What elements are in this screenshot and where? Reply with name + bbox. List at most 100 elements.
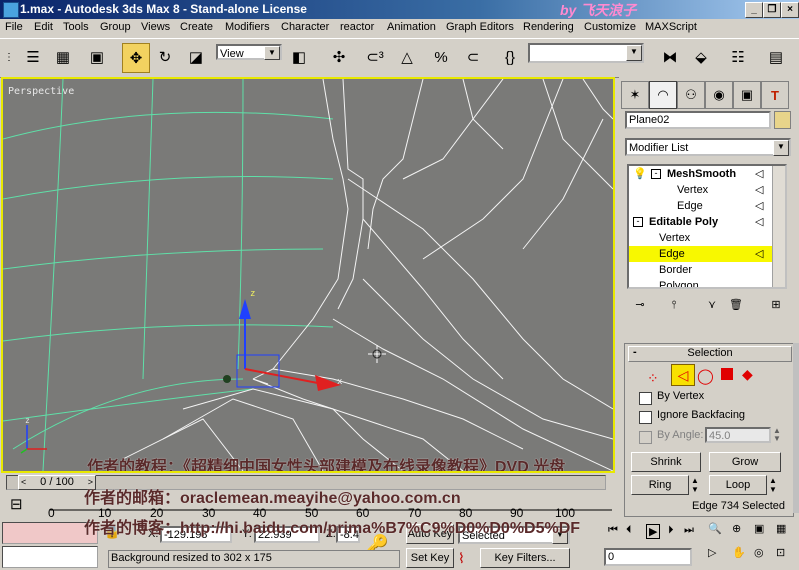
ignore-backfacing-checkbox[interactable]: [639, 411, 652, 424]
zoom-extents-all-icon[interactable]: ▦: [776, 522, 786, 535]
stack-item-poly-polygon[interactable]: Polygon: [629, 278, 775, 287]
current-frame-field[interactable]: 0: [604, 548, 692, 566]
ring-spinner-icon[interactable]: ▲ ▼: [691, 476, 699, 494]
select-object-icon[interactable]: ☰: [20, 43, 46, 71]
selection-rollout-header[interactable]: - Selection: [628, 346, 792, 362]
maxscript-input[interactable]: [2, 546, 98, 568]
zoom-icon[interactable]: 🔍: [708, 522, 722, 535]
stack-scrollbar[interactable]: [772, 166, 785, 287]
pan-icon[interactable]: ✋: [732, 546, 746, 559]
by-angle-spinner[interactable]: 45.0: [705, 427, 771, 443]
hierarchy-tab-icon[interactable]: ⚇: [677, 81, 705, 109]
maximize-button[interactable]: ❐: [763, 2, 781, 18]
by-vertex-checkbox[interactable]: [639, 392, 652, 405]
menu-customize[interactable]: Customize: [584, 21, 636, 33]
select-rotate-icon[interactable]: ↻: [152, 43, 178, 71]
menu-tools[interactable]: Tools: [63, 21, 89, 33]
zoom-extents-icon[interactable]: ▣: [754, 522, 764, 535]
menu-group[interactable]: Group: [100, 21, 131, 33]
angle-snap-icon[interactable]: △: [394, 43, 420, 71]
spinner-snap-icon[interactable]: ⊂: [460, 43, 486, 71]
maximize-viewport-icon[interactable]: ⊡: [776, 546, 785, 559]
set-key-button[interactable]: Set Key: [406, 548, 454, 568]
show-end-result-icon[interactable]: ◁: [755, 166, 763, 182]
go-to-end-icon[interactable]: ⏭: [684, 524, 694, 537]
pin-stack-icon[interactable]: ⊸: [629, 296, 651, 316]
named-selection-set-combo[interactable]: ▼: [528, 43, 644, 63]
stack-item-meshsmooth-vertex[interactable]: Vertex ◁: [629, 182, 775, 198]
vertex-mode-icon[interactable]: ⁘: [647, 370, 659, 387]
align-icon[interactable]: ⬙: [688, 43, 714, 71]
object-name-field[interactable]: Plane02: [625, 111, 771, 129]
next-frame-icon[interactable]: ⏵: [668, 524, 674, 537]
object-color-swatch[interactable]: [774, 111, 791, 129]
edit-named-selections-icon[interactable]: {}: [497, 43, 523, 71]
menu-rendering[interactable]: Rendering: [523, 21, 574, 33]
reference-coordinate-combo[interactable]: View ▼: [216, 44, 282, 60]
menu-graph-editors[interactable]: Graph Editors: [446, 21, 514, 33]
layer-manager-icon[interactable]: ☷: [725, 43, 751, 71]
by-angle-checkbox[interactable]: [639, 431, 652, 444]
previous-frame-icon[interactable]: ⏴: [626, 524, 632, 537]
select-scale-icon[interactable]: ◪: [183, 43, 209, 71]
snap-toggle-icon[interactable]: ⊂³: [362, 43, 388, 71]
minimize-button[interactable]: _: [745, 2, 763, 18]
modify-tab-icon[interactable]: ◠: [649, 81, 677, 109]
element-mode-icon[interactable]: ◆: [742, 366, 753, 383]
key-filters-button[interactable]: Key Filters...: [480, 548, 570, 568]
remove-modifier-icon[interactable]: 🗑: [725, 296, 747, 316]
stack-item-poly-border[interactable]: Border: [629, 262, 775, 278]
shrink-button[interactable]: Shrink: [631, 452, 701, 472]
percent-snap-icon[interactable]: %: [428, 43, 454, 71]
stack-item-editable-poly[interactable]: - Editable Poly ◁: [629, 214, 775, 230]
ring-button[interactable]: Ring: [631, 475, 689, 495]
select-by-name-icon[interactable]: ▦: [50, 43, 76, 71]
menu-reactor[interactable]: reactor: [340, 21, 374, 33]
menu-create[interactable]: Create: [180, 21, 213, 33]
grow-button[interactable]: Grow: [709, 452, 781, 472]
configure-modifier-sets-icon[interactable]: ⊞: [765, 296, 787, 316]
select-manipulate-icon[interactable]: ✣: [326, 43, 352, 71]
go-to-start-icon[interactable]: ⏮: [608, 524, 618, 537]
modifier-list-combo[interactable]: Modifier List ▼: [625, 138, 791, 156]
menu-edit[interactable]: Edit: [34, 21, 53, 33]
polygon-mode-icon[interactable]: [721, 368, 733, 380]
curve-editor-icon[interactable]: ▤: [763, 43, 789, 71]
make-unique-icon[interactable]: ⋎: [701, 296, 723, 316]
stack-item-poly-edge[interactable]: Edge ◁: [629, 246, 775, 262]
loop-spinner-icon[interactable]: ▲ ▼: [769, 476, 777, 494]
mirror-icon[interactable]: ⧓: [657, 43, 683, 71]
close-button[interactable]: ×: [781, 2, 799, 18]
zoom-all-icon[interactable]: ⊕: [732, 522, 741, 535]
border-mode-icon[interactable]: ◯: [697, 367, 714, 385]
motion-tab-icon[interactable]: ◉: [705, 81, 733, 109]
menu-views[interactable]: Views: [141, 21, 170, 33]
pivot-center-icon[interactable]: ◧: [286, 43, 312, 71]
stack-item-meshsmooth[interactable]: 💡 - MeshSmooth ◁: [629, 166, 775, 182]
menu-animation[interactable]: Animation: [387, 21, 436, 33]
stack-item-poly-vertex[interactable]: Vertex: [629, 230, 775, 246]
field-of-view-icon[interactable]: ▷: [708, 546, 716, 559]
arc-rotate-icon[interactable]: ◎: [754, 546, 764, 559]
show-end-result-toggle-icon[interactable]: ⫯: [663, 296, 685, 316]
edge-mode-icon[interactable]: ◁: [671, 364, 695, 386]
display-tab-icon[interactable]: ▣: [733, 81, 761, 109]
stack-item-meshsmooth-edge[interactable]: Edge ◁: [629, 198, 775, 214]
select-move-icon[interactable]: ✥: [122, 43, 150, 73]
collapse-icon[interactable]: -: [651, 169, 661, 179]
menu-maxscript[interactable]: MAXScript: [645, 21, 697, 33]
lightbulb-icon[interactable]: 💡: [633, 166, 647, 182]
menu-character[interactable]: Character: [281, 21, 329, 33]
command-panel-scrollbar[interactable]: [793, 343, 799, 513]
spinner-arrows-icon[interactable]: ▲ ▼: [773, 427, 781, 443]
region-select-icon[interactable]: ▣: [84, 43, 110, 71]
play-icon[interactable]: ▶: [646, 524, 661, 539]
collapse-icon[interactable]: -: [633, 217, 643, 227]
perspective-viewport[interactable]: Perspective z x z 作者的教程：《超精细中国女性头部建模及布线录…: [1, 77, 615, 473]
utilities-tab-icon[interactable]: T: [761, 81, 789, 109]
loop-button[interactable]: Loop: [709, 475, 767, 495]
menu-file[interactable]: File: [5, 21, 23, 33]
modifier-stack[interactable]: 💡 - MeshSmooth ◁ Vertex ◁ Edge ◁ - Edita…: [627, 164, 787, 289]
menu-modifiers[interactable]: Modifiers: [225, 21, 270, 33]
create-tab-icon[interactable]: ✶: [621, 81, 649, 109]
